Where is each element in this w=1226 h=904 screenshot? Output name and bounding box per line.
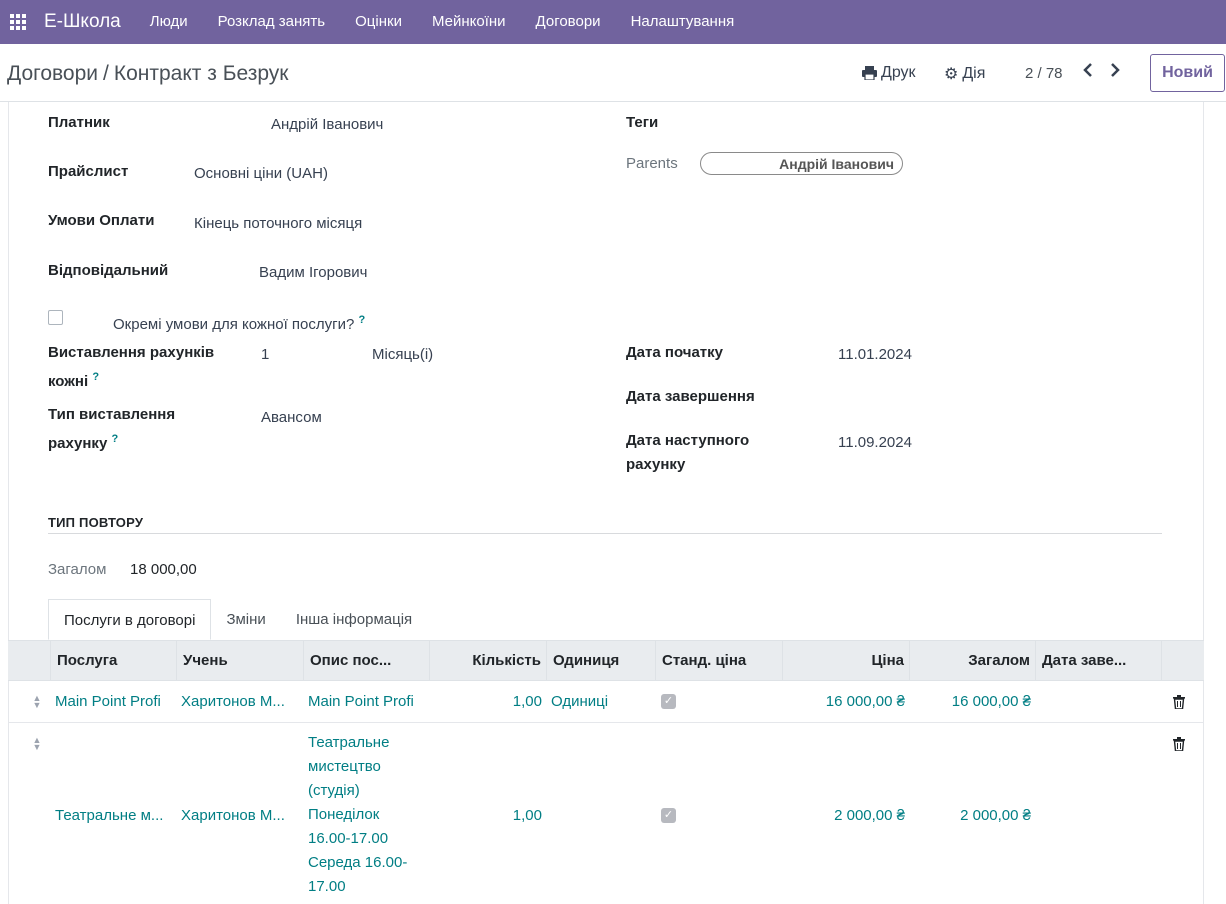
- help-icon[interactable]: ?: [359, 314, 366, 326]
- row-price[interactable]: 2 000,00 ₴: [782, 804, 905, 828]
- std-price-checkbox[interactable]: ✓: [661, 808, 676, 823]
- column-quantity[interactable]: Кількість: [429, 641, 546, 681]
- end-date-label: Дата завершення: [626, 388, 755, 405]
- parents-label: Parents: [626, 155, 678, 172]
- pricelist-field[interactable]: Основні ціни (UAH): [194, 162, 328, 186]
- table-row[interactable]: ▲ ▼ Театральне м... Харитонов М... Театра…: [8, 723, 1204, 904]
- table-header: Послуга Учень Опис пос... Кількість Один…: [8, 640, 1204, 681]
- menu-item-grades[interactable]: Оцінки: [340, 0, 417, 44]
- breadcrumb-current: Контракт з Безрук: [113, 62, 289, 85]
- tab-changes[interactable]: Зміни: [211, 599, 280, 640]
- billing-type-field[interactable]: Авансом: [261, 406, 322, 430]
- menu-item-settings[interactable]: Налаштування: [616, 0, 750, 44]
- new-button[interactable]: Новий: [1150, 54, 1225, 92]
- delete-column-header: [1161, 641, 1204, 681]
- breadcrumb-separator: /: [103, 62, 109, 85]
- section-divider: [48, 533, 1162, 534]
- billing-every-field[interactable]: 1: [261, 343, 269, 367]
- parent-tag-label: Андрій Іванович: [779, 155, 894, 172]
- next-invoice-label: Дата наступного рахунку: [626, 432, 750, 473]
- control-panel: Договори / Контракт з Безрук Друк ⚙ Дія 2 …: [0, 44, 1226, 102]
- billing-unit-field[interactable]: Місяць(і): [372, 343, 433, 367]
- column-description[interactable]: Опис пос...: [303, 641, 429, 681]
- print-icon: [862, 66, 877, 80]
- row-service[interactable]: Main Point Profi: [55, 690, 161, 714]
- row-student[interactable]: Харитонов М...: [181, 804, 285, 828]
- row-total[interactable]: 16 000,00 ₴: [909, 690, 1031, 714]
- row-unit[interactable]: Одиниці: [551, 690, 608, 714]
- row-price[interactable]: 16 000,00 ₴: [782, 690, 905, 714]
- breadcrumb-parent[interactable]: Договори: [7, 62, 98, 85]
- pricelist-label: Прайслист: [48, 163, 129, 180]
- print-label: Друк: [881, 64, 916, 81]
- column-std-price[interactable]: Станд. ціна: [655, 641, 782, 681]
- responsible-label: Відповідальний: [48, 262, 169, 279]
- total-label: Загалом: [48, 561, 107, 578]
- repeat-section-title: ТИП ПОВТОРУ: [48, 515, 144, 530]
- action-label: Дія: [962, 65, 986, 82]
- tab-services[interactable]: Послуги в договорі: [48, 599, 212, 640]
- pager-value[interactable]: 2 / 78: [1025, 65, 1063, 82]
- payer-label: Платник: [48, 114, 110, 131]
- column-service[interactable]: Послуга: [50, 641, 176, 681]
- breadcrumb: Договори / Контракт з Безрук: [7, 62, 288, 86]
- column-price[interactable]: Ціна: [782, 641, 909, 681]
- menu-item-maincoins[interactable]: Мейнкоїни: [417, 0, 521, 44]
- menu-item-people[interactable]: Люди: [135, 0, 203, 44]
- start-date-label: Дата початку: [626, 344, 723, 361]
- pager-prev-icon[interactable]: [1083, 62, 1093, 83]
- std-price-checkbox[interactable]: ✓: [661, 694, 676, 709]
- tags-label: Теги: [626, 114, 659, 131]
- gear-icon: ⚙: [944, 66, 959, 83]
- start-date-field[interactable]: 11.01.2024: [838, 343, 912, 367]
- responsible-field[interactable]: Вадим Ігорович: [259, 261, 367, 285]
- row-description[interactable]: Театральне мистецтво (студія) Понеділок …: [308, 731, 407, 899]
- row-quantity[interactable]: 1,00: [429, 804, 542, 828]
- column-unit[interactable]: Одиниця: [546, 641, 655, 681]
- row-student[interactable]: Харитонов М...: [181, 690, 285, 714]
- action-button[interactable]: ⚙ Дія: [944, 64, 985, 84]
- end-date-field[interactable]: [838, 385, 1038, 409]
- billing-type-label: Тип виставлення рахунку ?: [48, 406, 176, 452]
- separate-terms-checkbox[interactable]: [48, 310, 63, 325]
- trash-icon[interactable]: [1173, 695, 1185, 709]
- row-service[interactable]: Театральне м...: [55, 804, 163, 828]
- column-total[interactable]: Загалом: [909, 641, 1035, 681]
- top-navbar: Е-Школа Люди Розклад занять Оцінки Мейнк…: [0, 0, 1226, 44]
- menu-item-schedule[interactable]: Розклад занять: [203, 0, 340, 44]
- pager-next-icon[interactable]: [1110, 62, 1120, 83]
- help-icon[interactable]: ?: [92, 371, 99, 383]
- table-row[interactable]: ▲ ▼ Main Point Profi Харитонов М... Main …: [8, 681, 1204, 723]
- help-icon[interactable]: ?: [111, 433, 118, 445]
- total-value: 18 000,00: [130, 561, 197, 578]
- next-invoice-field[interactable]: 11.09.2024: [838, 431, 912, 455]
- menu-item-contracts[interactable]: Договори: [521, 0, 616, 44]
- billing-every-label: Виставлення рахунків кожні ?: [48, 344, 215, 390]
- separate-terms-label: Окремі умови для кожної послуги? ?: [113, 314, 366, 333]
- app-brand[interactable]: Е-Школа: [36, 11, 135, 33]
- row-total[interactable]: 2 000,00 ₴: [909, 804, 1031, 828]
- apps-menu-icon[interactable]: [0, 0, 36, 44]
- row-description[interactable]: Main Point Profi: [308, 690, 414, 714]
- handle-column-header: [8, 641, 50, 681]
- notebook-tabs: Послуги в договорі Зміни Інша інформація: [48, 599, 427, 640]
- column-end-date[interactable]: Дата заве...: [1035, 641, 1161, 681]
- tab-other-info[interactable]: Інша інформація: [281, 599, 427, 640]
- print-button[interactable]: Друк: [862, 64, 916, 82]
- trash-icon[interactable]: [1173, 737, 1185, 751]
- payment-terms-field[interactable]: Кінець поточного місяця: [194, 212, 362, 236]
- parent-tag[interactable]: Андрій Іванович: [700, 152, 903, 175]
- row-quantity[interactable]: 1,00: [429, 690, 542, 714]
- payer-field[interactable]: Андрій Іванович: [271, 113, 383, 137]
- column-student[interactable]: Учень: [176, 641, 303, 681]
- drag-handle-icon[interactable]: ▲ ▼: [31, 736, 43, 752]
- payment-terms-label: Умови Оплати: [48, 212, 155, 229]
- drag-handle-icon[interactable]: ▲ ▼: [31, 694, 43, 710]
